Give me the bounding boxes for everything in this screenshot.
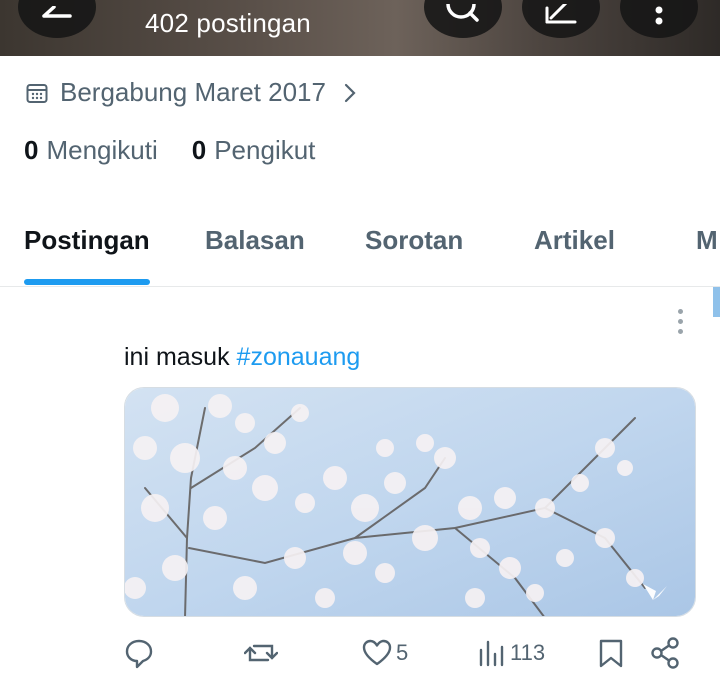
- bookmark-icon: [599, 639, 623, 668]
- repost-icon: [244, 644, 278, 662]
- active-tab-indicator: [24, 279, 150, 285]
- view-count: 113: [510, 640, 546, 665]
- cherry-blossom-image: [125, 388, 695, 616]
- profile-tabs: Postingan Balasan Sorotan Artikel M: [0, 205, 720, 287]
- views-icon: [479, 640, 504, 667]
- reply-icon: [125, 639, 153, 669]
- tweet-more-icon[interactable]: [674, 309, 686, 339]
- chevron-right-icon: [344, 83, 356, 102]
- edit-icon: [545, 4, 577, 24]
- search-button[interactable]: [424, 0, 502, 38]
- share-icon: [651, 637, 679, 669]
- tweet-actions: 5 113: [0, 636, 720, 676]
- more-button[interactable]: [620, 0, 698, 38]
- followers-label: Pengikut: [214, 135, 316, 165]
- tab-highlights[interactable]: Sorotan: [365, 225, 463, 256]
- following-label: Mengikuti: [46, 135, 158, 165]
- repost-button[interactable]: [244, 636, 278, 670]
- views-button[interactable]: 113: [478, 636, 545, 670]
- back-icon: [42, 6, 72, 18]
- like-button[interactable]: 5: [362, 636, 408, 670]
- share-button[interactable]: [650, 636, 680, 670]
- joined-label: Bergabung Maret 2017: [60, 77, 326, 107]
- like-count: 5: [396, 640, 409, 665]
- tab-replies[interactable]: Balasan: [205, 225, 305, 256]
- tab-posts[interactable]: Postingan: [24, 225, 150, 256]
- search-icon: [446, 4, 479, 22]
- tweet-media[interactable]: [124, 387, 696, 617]
- tab-articles[interactable]: Artikel: [534, 225, 615, 256]
- scrollbar-thumb[interactable]: [713, 287, 720, 317]
- tab-media[interactable]: M: [696, 225, 718, 256]
- bookmark-button[interactable]: [598, 636, 624, 670]
- more-icon: [655, 6, 663, 25]
- reply-button[interactable]: [124, 636, 154, 670]
- joined-date-row[interactable]: Bergabung Maret 2017: [26, 77, 356, 108]
- hashtag-link[interactable]: #zonauang: [237, 343, 361, 371]
- profile-header: 402 postingan: [0, 0, 720, 56]
- edit-button[interactable]: [522, 0, 600, 38]
- post-count: 402 postingan: [145, 8, 311, 38]
- followers-link[interactable]: 0 Pengikut: [192, 135, 316, 166]
- back-button[interactable]: [18, 0, 96, 38]
- following-link[interactable]: 0 Mengikuti: [24, 135, 158, 166]
- tweet-text: ini masuk #zonauang: [124, 343, 360, 372]
- calendar-icon: [26, 83, 48, 103]
- followers-count: 0: [191, 135, 207, 165]
- follow-stats: 0 Mengikuti 0 Pengikut: [24, 135, 315, 166]
- following-count: 0: [24, 135, 39, 165]
- heart-icon: [362, 639, 392, 666]
- tweet-body: ini masuk: [124, 343, 237, 371]
